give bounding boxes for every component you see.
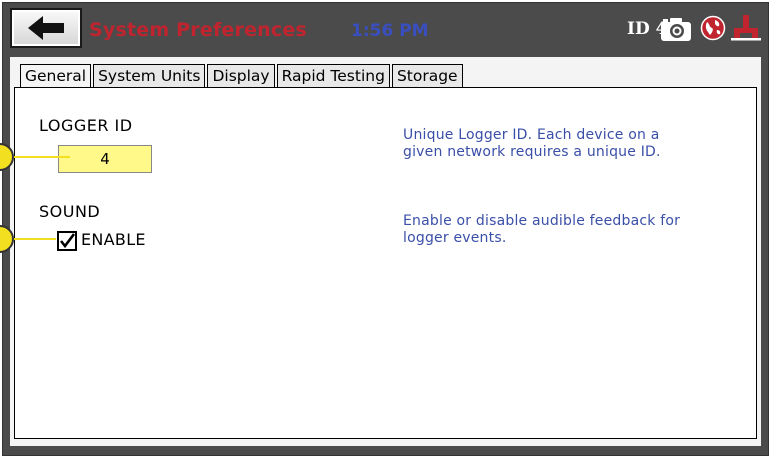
callout-line-logger-id (6, 156, 70, 158)
tab-rapid-testing[interactable]: Rapid Testing (276, 64, 390, 87)
preferences-panel: General System Units Display Rapid Testi… (10, 57, 761, 446)
back-button[interactable] (10, 8, 82, 48)
tab-general[interactable]: General (20, 64, 92, 88)
tab-display[interactable]: Display (207, 64, 275, 87)
checkmark-icon (59, 233, 75, 249)
header-bar: System Preferences 1:56 PM ID 4 (3, 3, 768, 61)
sound-description-line-1: Enable or disable audible feedback for (403, 213, 681, 229)
globe-icon[interactable] (700, 15, 726, 41)
logger-id-description: Unique Logger ID. Each device on a given… (403, 127, 661, 161)
tab-system-units[interactable]: System Units (93, 64, 206, 87)
logger-id-description-line-2: given network requires a unique ID. (403, 144, 661, 160)
sound-description-line-2: logger events. (403, 230, 507, 246)
sound-enable-checkbox[interactable] (57, 231, 77, 251)
sound-description: Enable or disable audible feedback for l… (403, 213, 680, 247)
page-title: System Preferences (89, 19, 307, 41)
general-tab-content: LOGGER ID 4 Unique Logger ID. Each devic… (14, 87, 757, 439)
tab-storage[interactable]: Storage (391, 64, 463, 87)
logger-id-label: LOGGER ID (39, 116, 133, 135)
logger-id-description-line-1: Unique Logger ID. Each device on a (403, 127, 660, 143)
app-window: System Preferences 1:56 PM ID 4 General … (2, 2, 769, 456)
sound-label: SOUND (39, 202, 101, 221)
clock: 1:56 PM (351, 21, 429, 41)
back-arrow-icon (28, 16, 64, 40)
logger-id-input[interactable]: 4 (58, 145, 152, 173)
camera-icon[interactable] (660, 16, 692, 42)
sensor-icon[interactable] (731, 14, 761, 42)
enable-label: ENABLE (81, 230, 146, 249)
tab-bar: General System Units Display Rapid Testi… (20, 64, 465, 88)
